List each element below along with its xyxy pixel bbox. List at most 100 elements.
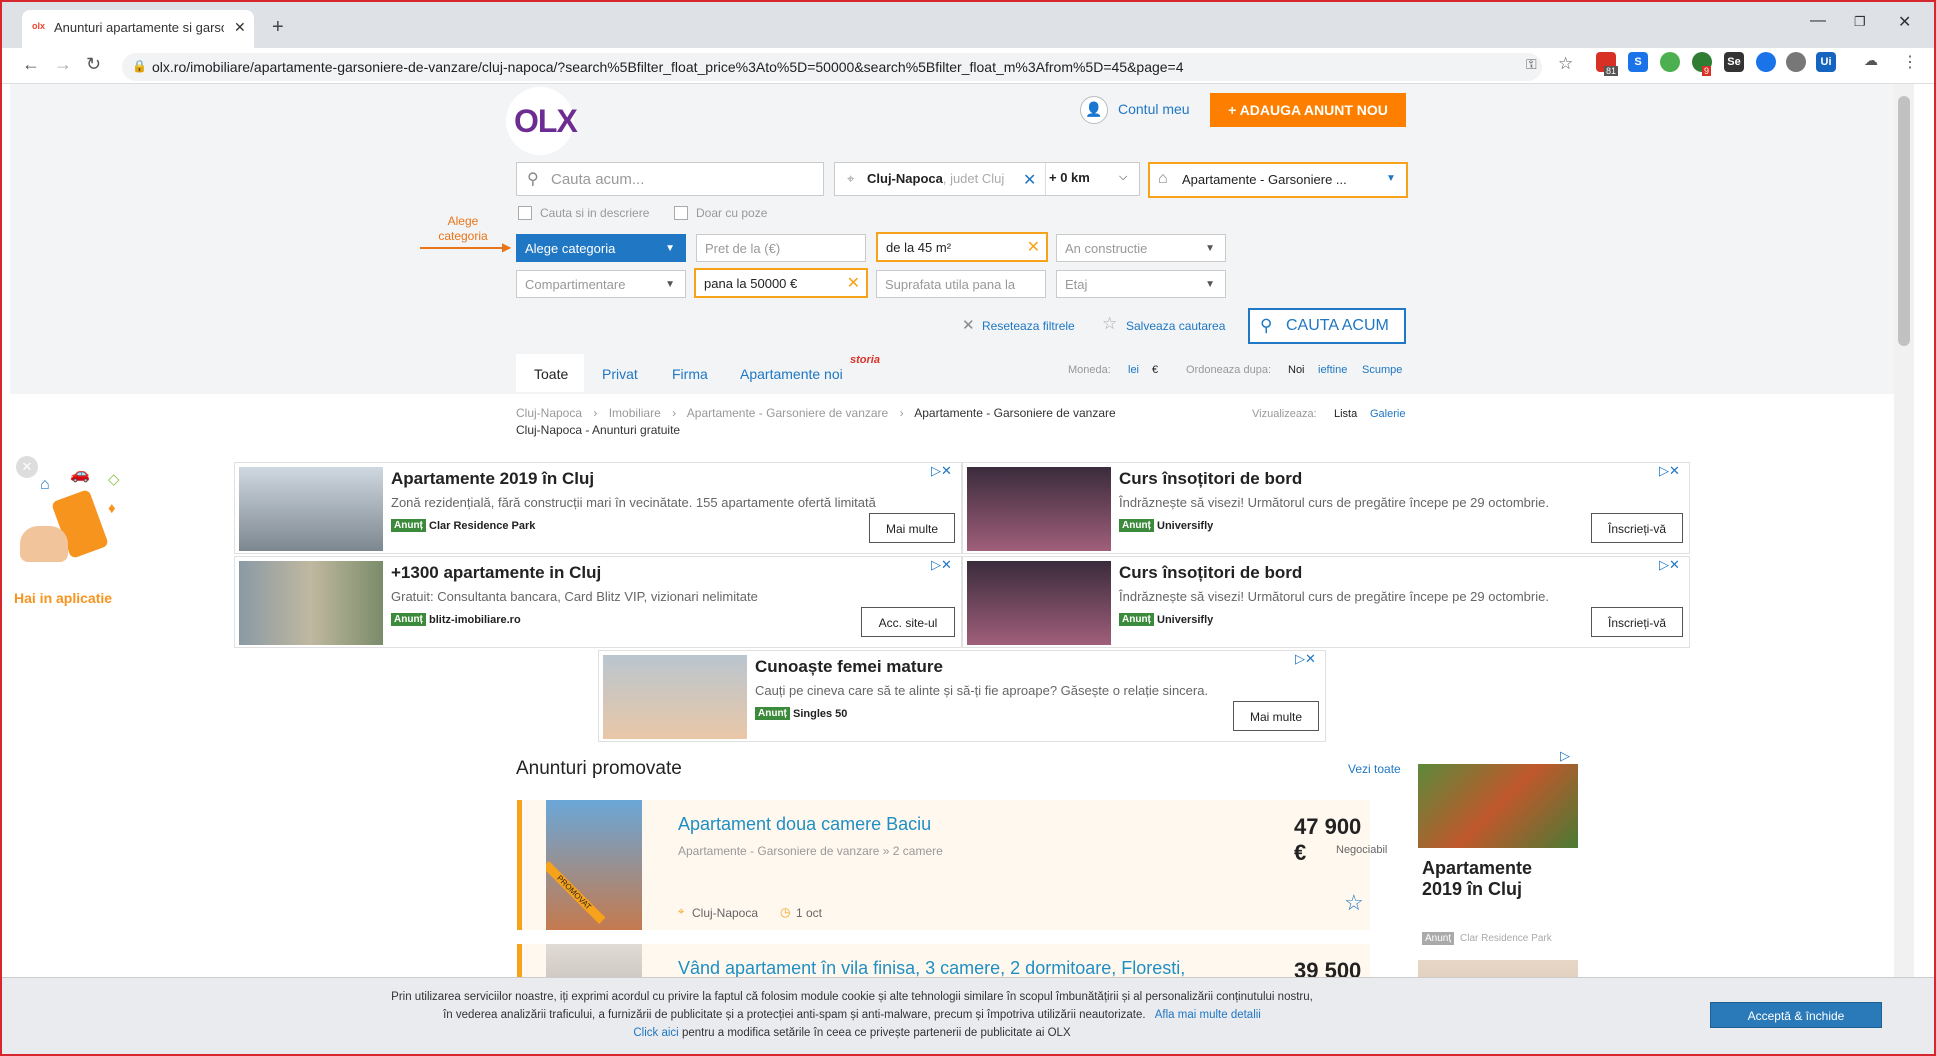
side-ad-title[interactable]: Apartamente 2019 în Cluj — [1422, 858, 1572, 900]
cookie-click-link[interactable]: Click aici — [633, 1027, 678, 1039]
sort-new[interactable]: Noi — [1288, 364, 1305, 376]
view-gallery-link[interactable]: Galerie — [1370, 408, 1405, 420]
sort-expensive-link[interactable]: Scumpe — [1362, 364, 1402, 376]
app-promo-illustration[interactable]: ⌂ 🚗 ◇ ♦ — [12, 464, 128, 574]
extension-se-icon[interactable]: Se — [1724, 52, 1744, 72]
url-field[interactable]: 🔒 olx.ro/imobiliare/apartamente-garsonie… — [122, 53, 1542, 81]
adchoices-icon[interactable]: ▷ — [1560, 748, 1570, 764]
sort-cheap-link[interactable]: ieftine — [1318, 364, 1347, 376]
key-icon[interactable]: ⚿ — [1526, 56, 1537, 73]
category-filter[interactable]: Alege categoria ▼ — [516, 234, 686, 262]
tab-business[interactable]: Firma — [672, 366, 708, 382]
currency-lei-link[interactable]: lei — [1128, 364, 1139, 376]
post-ad-button[interactable]: + ADAUGA ANUNT NOU — [1210, 93, 1406, 127]
desc-checkbox[interactable] — [518, 206, 532, 220]
floor-filter[interactable]: Etaj ▼ — [1056, 270, 1226, 298]
currency-eur[interactable]: € — [1152, 364, 1158, 376]
ad-title[interactable]: +1300 apartamente in Cluj — [391, 563, 601, 583]
adchoices-icon[interactable]: ▷✕ — [1659, 557, 1680, 573]
ad-visit-button[interactable]: Acc. site-ul — [861, 607, 955, 637]
ad-card-2[interactable]: Curs însoțitori de bord Îndrăznește să v… — [962, 462, 1690, 554]
adchoices-icon[interactable]: ▷✕ — [1659, 463, 1680, 479]
crumb-apartments[interactable]: Apartamente - Garsoniere de vanzare — [687, 406, 888, 420]
tab-new-apartments[interactable]: Apartamente noi — [740, 366, 843, 382]
extension-s-icon[interactable]: S — [1628, 52, 1648, 72]
ad-title[interactable]: Cunoaște femei mature — [755, 657, 943, 677]
ad-tag: Anunț — [755, 707, 790, 720]
chevron-right-icon: › — [672, 406, 677, 420]
ad-card-1[interactable]: Apartamente 2019 în Cluj Zonă rezidenția… — [234, 462, 962, 554]
photo-checkbox[interactable] — [674, 206, 688, 220]
olx-logo[interactable]: OLX — [506, 87, 578, 155]
listing-card-1[interactable]: PROMOVAT Apartament doua camere Baciu Ap… — [517, 800, 1387, 930]
forward-icon[interactable]: → — [54, 54, 72, 75]
cookie-more-link[interactable]: Afla mai multe detalii — [1155, 1009, 1261, 1021]
save-search-link[interactable]: Salveaza cautarea — [1126, 319, 1225, 333]
new-tab-icon[interactable]: + — [272, 16, 284, 39]
clear-area-icon[interactable]: ✕ — [1027, 237, 1040, 257]
layout-filter[interactable]: Compartimentare ▼ — [516, 270, 686, 298]
adchoices-icon[interactable]: ▷✕ — [931, 463, 952, 479]
clear-location-icon[interactable]: ✕ — [1023, 170, 1036, 190]
listing-title[interactable]: Vând apartament în vila finisa, 3 camere… — [678, 958, 1185, 979]
crumb-city[interactable]: Cluj-Napoca — [516, 406, 582, 420]
ad-tag: Anunț — [1119, 613, 1154, 626]
see-all-link[interactable]: Vezi toate — [1348, 762, 1401, 776]
extension-ui-icon[interactable]: Ui — [1816, 52, 1836, 72]
price-from-field[interactable]: Pret de la (€) — [696, 234, 866, 262]
close-tab-icon[interactable]: ✕ — [234, 19, 246, 36]
favorite-star-icon[interactable]: ☆ — [1344, 890, 1364, 916]
window-close-icon[interactable]: ✕ — [1898, 12, 1911, 32]
reload-icon[interactable]: ↻ — [86, 54, 101, 75]
bookmark-star-icon[interactable]: ☆ — [1558, 54, 1573, 74]
crumb-real-estate[interactable]: Imobiliare — [609, 406, 661, 420]
location-field[interactable]: ⌖ Cluj-Napoca, judet Cluj ✕ + 0 km ⌵ — [834, 162, 1140, 196]
adchoices-icon[interactable]: ▷✕ — [931, 557, 952, 573]
search-button[interactable]: ⚲ CAUTA ACUM — [1248, 308, 1406, 344]
ad-title[interactable]: Apartamente 2019 în Cluj — [391, 469, 594, 489]
ad-more-button[interactable]: Mai multe — [1233, 701, 1319, 731]
clear-price-icon[interactable]: ✕ — [847, 273, 860, 293]
user-avatar-icon[interactable]: 👤 — [1080, 96, 1108, 124]
adchoices-icon[interactable]: ▷✕ — [1295, 651, 1316, 667]
scrollbar-thumb[interactable] — [1898, 96, 1910, 346]
cookie-accept-button[interactable]: Acceptă & închide — [1710, 1002, 1882, 1028]
radius-select[interactable]: + 0 km — [1049, 170, 1090, 185]
tab-all[interactable]: Toate — [516, 354, 584, 392]
category-select[interactable]: ⌂ Apartamente - Garsoniere ... ▼ — [1148, 162, 1408, 198]
back-icon[interactable]: ← — [22, 54, 40, 75]
listing-title[interactable]: Apartament doua camere Baciu — [678, 814, 931, 835]
search-input[interactable]: ⚲ Cauta acum... — [516, 162, 824, 196]
divider — [1045, 163, 1046, 195]
browser-menu-icon[interactable]: ⋮ — [1902, 52, 1918, 72]
view-label: Vizualizeaza: — [1252, 408, 1317, 420]
ad-card-5[interactable]: Cunoaște femei mature Cauți pe cineva ca… — [598, 650, 1326, 742]
ad-title[interactable]: Curs însoțitori de bord — [1119, 469, 1302, 489]
ad-signup-button[interactable]: Înscrieți-vă — [1591, 607, 1683, 637]
ad-title[interactable]: Curs însoțitori de bord — [1119, 563, 1302, 583]
reset-filters-link[interactable]: Reseteaza filtrele — [982, 319, 1075, 333]
ad-card-3[interactable]: +1300 apartamente in Cluj Gratuit: Consu… — [234, 556, 962, 648]
ad-signup-button[interactable]: Înscrieți-vă — [1591, 513, 1683, 543]
scrollbar[interactable] — [1894, 84, 1914, 1054]
extension-check-icon[interactable] — [1756, 52, 1776, 72]
area-to-field[interactable]: Suprafata utila pana la — [876, 270, 1046, 298]
account-link[interactable]: Contul meu — [1118, 101, 1190, 117]
tab-private[interactable]: Privat — [602, 366, 638, 382]
view-list[interactable]: Lista — [1334, 408, 1357, 420]
ad-source: Universifly — [1157, 614, 1214, 626]
minimize-icon[interactable]: — — [1810, 12, 1826, 30]
browser-tab[interactable]: olx Anunturi apartamente si garsonie ✕ — [22, 10, 254, 48]
extension-gear-icon[interactable] — [1786, 52, 1806, 72]
extension-cloud-icon[interactable]: ☁ — [1864, 52, 1878, 69]
ad-card-4[interactable]: Curs însoțitori de bord Îndrăznește să v… — [962, 556, 1690, 648]
area-from-field[interactable]: de la 45 m² ✕ — [876, 232, 1048, 262]
app-promo-text[interactable]: Hai in aplicatie — [14, 590, 112, 606]
extension-green-icon[interactable] — [1660, 52, 1680, 72]
price-to-field[interactable]: pana la 50000 € ✕ — [694, 268, 868, 298]
year-filter[interactable]: An constructie ▼ — [1056, 234, 1226, 262]
side-ad-image[interactable] — [1418, 764, 1578, 848]
listing-image[interactable]: PROMOVAT — [546, 800, 642, 930]
ad-more-button[interactable]: Mai multe — [869, 513, 955, 543]
restore-icon[interactable]: ❐ — [1854, 14, 1866, 30]
